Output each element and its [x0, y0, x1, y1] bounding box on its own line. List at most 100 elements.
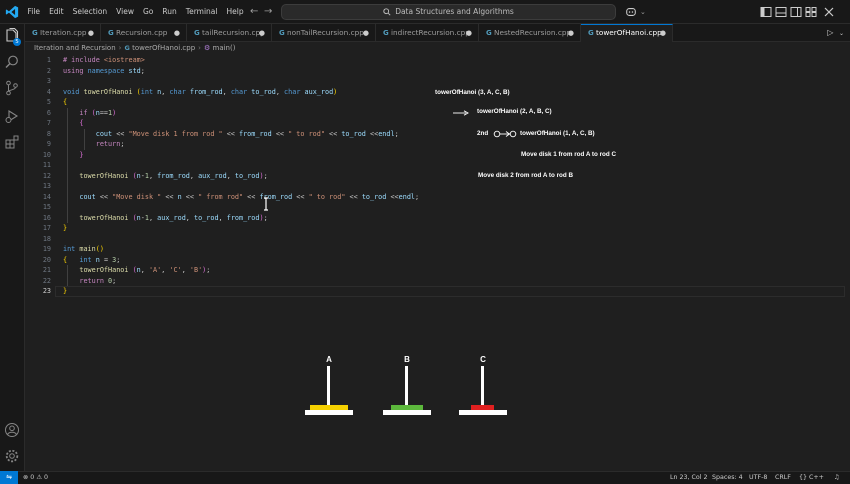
- cursor-position[interactable]: Ln 23, Col 2: [670, 472, 708, 484]
- language-braces-icon: {}: [799, 474, 808, 481]
- call-arrow-icon: [453, 110, 469, 116]
- activity-bar: 5: [0, 24, 25, 471]
- cpp-file-icon: G: [486, 29, 492, 37]
- line-number: 6: [46, 108, 51, 117]
- code-line[interactable]: cout << "Move disk " << n << " from rod"…: [63, 192, 419, 203]
- tab-iteration[interactable]: G Iteration.cpp ●: [25, 24, 101, 42]
- problems-indicator[interactable]: ⊗ 0 ⚠ 0: [23, 472, 48, 484]
- cpp-file-icon: G: [124, 44, 133, 52]
- menu-edit[interactable]: Edit: [45, 0, 69, 24]
- extensions-icon[interactable]: [4, 134, 20, 150]
- tab-modified-dot-icon[interactable]: ●: [466, 24, 472, 42]
- tab-modified-dot-icon[interactable]: ●: [660, 25, 666, 41]
- menu-go[interactable]: Go: [138, 0, 157, 24]
- notifications-bell-icon[interactable]: ♫: [834, 472, 840, 484]
- line-number: 5: [46, 98, 51, 106]
- run-and-debug-icon[interactable]: [4, 108, 20, 124]
- toggle-primary-sidebar-icon[interactable]: [760, 6, 772, 18]
- copilot-dropdown-chevron-icon[interactable]: ⌄: [640, 0, 646, 24]
- code-editor[interactable]: 1 # include <iostream> 2 using namespace st…: [25, 54, 850, 471]
- menu-file[interactable]: File: [23, 0, 45, 24]
- tab-non-tail-recursion[interactable]: GnonTailRecursion.cpp ●: [272, 24, 376, 42]
- breadcrumb-separator-icon: ›: [118, 44, 122, 52]
- code-line[interactable]: using namespace std;: [63, 66, 149, 77]
- accounts-icon[interactable]: [4, 422, 20, 438]
- back-arrow-icon[interactable]: ←: [250, 0, 258, 24]
- menu-run[interactable]: Run: [158, 0, 181, 24]
- close-window-icon[interactable]: [823, 6, 835, 18]
- tab-modified-dot-icon[interactable]: ●: [88, 24, 94, 42]
- line-number: 12: [42, 171, 51, 180]
- line-number: 9: [46, 140, 51, 148]
- menu-terminal[interactable]: Terminal: [181, 0, 222, 24]
- line-number: 10: [42, 150, 51, 159]
- breadcrumb-symbol[interactable]: main(): [213, 44, 236, 52]
- warning-count: 0: [44, 474, 49, 481]
- code-line[interactable]: towerOfHanoi (n, 'A', 'C', 'B');: [63, 265, 210, 276]
- tab-tail-recursion[interactable]: GtailRecursion.cpp ●: [187, 24, 272, 42]
- breadcrumb-folder[interactable]: Iteration and Recursion: [34, 44, 116, 52]
- code-line[interactable]: if (n==1): [63, 108, 116, 119]
- code-line[interactable]: return 0;: [63, 276, 116, 287]
- code-line[interactable]: void towerOfHanoi (int n, char from_rod,…: [63, 87, 337, 98]
- search-icon[interactable]: [4, 54, 20, 70]
- tab-modified-dot-icon[interactable]: ●: [363, 24, 369, 42]
- mouse-cursor-ibeam-icon: [264, 197, 268, 211]
- indentation[interactable]: Spaces: 4: [712, 472, 743, 484]
- line-number: 7: [46, 119, 51, 127]
- run-code-icon[interactable]: ▷: [827, 28, 833, 37]
- tab-modified-dot-icon[interactable]: ●: [259, 24, 265, 42]
- line-number: 17: [42, 224, 51, 232]
- code-line[interactable]: }: [63, 223, 67, 234]
- customize-layout-icon[interactable]: [805, 6, 817, 18]
- code-line[interactable]: towerOfHanoi (n-1, from_rod, aux_rod, to…: [63, 171, 267, 182]
- menu-view[interactable]: View: [112, 0, 139, 24]
- annotation-move-disk-1: Move disk 1 from rod A to rod C: [521, 151, 617, 158]
- peg-label-a: A: [326, 355, 332, 364]
- code-line[interactable]: towerOfHanoi (n-1, aux_rod, to_rod, from…: [63, 213, 267, 224]
- language-mode[interactable]: C++: [809, 472, 824, 484]
- code-line[interactable]: { int n = 3;: [63, 255, 120, 266]
- code-line[interactable]: return;: [63, 139, 125, 150]
- code-line[interactable]: {: [63, 97, 67, 108]
- command-center-text: Data Structures and Algorithms: [395, 7, 514, 16]
- tab-tower-of-hanoi[interactable]: GtowerOfHanoi.cpp ●: [581, 24, 673, 42]
- code-line[interactable]: # include <iostream>: [63, 55, 145, 66]
- manage-gear-icon[interactable]: [4, 448, 20, 464]
- breadcrumb-file[interactable]: towerOfHanoi.cpp: [132, 44, 195, 52]
- current-line-highlight: [55, 286, 845, 297]
- forward-arrow-icon[interactable]: →: [264, 0, 272, 24]
- line-number: 19: [42, 245, 51, 253]
- peg-base-a: [305, 410, 353, 415]
- indent-guide: [67, 107, 68, 223]
- command-center-search[interactable]: Data Structures and Algorithms: [281, 4, 616, 20]
- tab-modified-dot-icon[interactable]: ●: [174, 24, 180, 42]
- tab-indirect-recursion[interactable]: GindirectRecursion.cpp ●: [376, 24, 479, 42]
- cpp-file-icon: G: [32, 29, 38, 37]
- encoding[interactable]: UTF-8: [749, 472, 767, 484]
- annotation-call-level3: towerOfHanoi (1, A, C, B): [520, 130, 595, 137]
- tab-label: tailRecursion.cpp: [202, 28, 265, 37]
- remote-window-icon[interactable]: ⇋: [0, 471, 18, 484]
- tab-nested-recursion[interactable]: G NestedRecursion.cpp ●: [479, 24, 581, 42]
- toggle-panel-icon[interactable]: [775, 6, 787, 18]
- menu-help[interactable]: Help: [222, 0, 248, 24]
- tab-recursion[interactable]: G Recursion.cpp ●: [101, 24, 187, 42]
- line-number: 13: [42, 182, 51, 190]
- code-line[interactable]: cout << "Move disk 1 from rod " << from_…: [63, 129, 399, 140]
- indent-guide: [67, 265, 68, 286]
- source-control-icon[interactable]: [4, 80, 20, 96]
- code-line[interactable]: int main(): [63, 244, 104, 255]
- run-options-chevron-icon[interactable]: ⌄: [839, 30, 844, 37]
- tab-modified-dot-icon[interactable]: ●: [568, 24, 574, 42]
- menu-selection[interactable]: Selection: [68, 0, 112, 24]
- toggle-secondary-sidebar-icon[interactable]: [790, 6, 802, 18]
- title-bar: File Edit Selection View Go Run Terminal…: [0, 0, 850, 24]
- line-number: 23: [42, 287, 51, 295]
- function-symbol-icon: ⚙: [203, 44, 213, 52]
- copilot-icon[interactable]: [625, 6, 637, 18]
- breadcrumb-separator-icon: ›: [198, 44, 201, 52]
- line-number: 1: [46, 56, 51, 64]
- line-number: 15: [42, 203, 51, 211]
- end-of-line[interactable]: CRLF: [775, 472, 791, 484]
